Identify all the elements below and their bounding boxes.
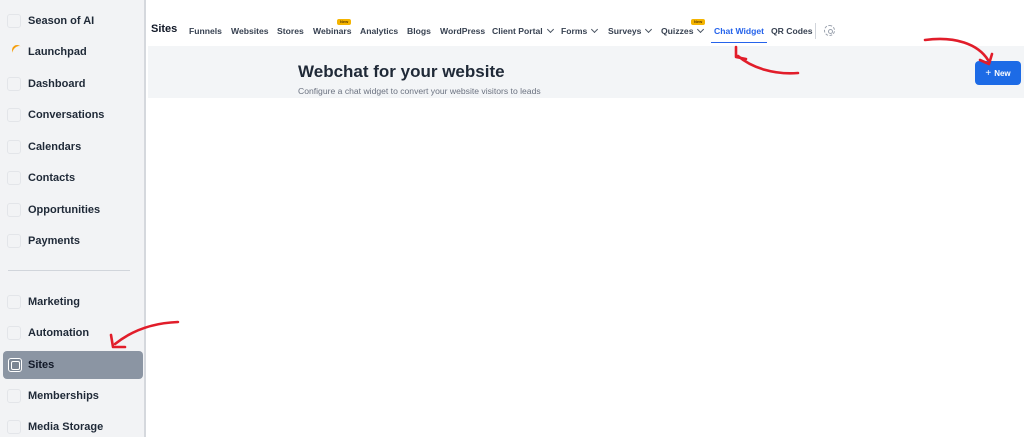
- tab-forms[interactable]: Forms: [561, 25, 599, 43]
- tab-qr-codes[interactable]: QR Codes: [771, 25, 813, 43]
- tab-funnels[interactable]: Funnels: [189, 25, 222, 43]
- sidebar-item-label: Launchpad: [28, 46, 87, 58]
- sidebar-item-contacts[interactable]: Contacts: [0, 164, 146, 192]
- page-title: Webchat for your website: [298, 62, 505, 81]
- automation-icon: [7, 326, 21, 340]
- sidebar-item-label: Sites: [28, 359, 55, 371]
- launchpad-icon: [9, 42, 25, 58]
- tab-label: Surveys: [608, 26, 642, 36]
- tab-chat-widget[interactable]: Chat Widget: [711, 25, 768, 43]
- tab-client-portal[interactable]: Client Portal: [492, 25, 554, 43]
- sidebar-item-payments[interactable]: Payments: [0, 227, 146, 255]
- sidebar: Season of AI Launchpad Dashboard Convers…: [0, 0, 146, 437]
- sidebar-item-memberships[interactable]: Memberships: [0, 382, 146, 410]
- sidebar-item-conversations[interactable]: Conversations: [0, 101, 146, 129]
- dashboard-icon: [7, 77, 21, 91]
- sidebar-item-marketing[interactable]: Marketing: [0, 288, 146, 316]
- chat-icon: [7, 108, 21, 122]
- tab-websites[interactable]: Websites: [231, 25, 269, 43]
- gear-icon[interactable]: [824, 25, 835, 36]
- sidebar-item-dashboard[interactable]: Dashboard: [0, 70, 146, 98]
- chevron-down-icon: [645, 25, 653, 34]
- new-button-label: New: [994, 68, 1011, 78]
- media-icon: [7, 420, 21, 434]
- sidebar-item-label: Dashboard: [28, 78, 86, 90]
- sidebar-item-label: Media Storage: [28, 421, 104, 433]
- sidebar-item-media-storage[interactable]: Media Storage: [0, 413, 146, 437]
- sidebar-item-calendars[interactable]: Calendars: [0, 133, 146, 161]
- new-badge: New: [337, 19, 352, 25]
- page-header: Webchat for your website Configure a cha…: [148, 46, 1024, 98]
- sidebar-item-sites[interactable]: Sites: [3, 351, 143, 379]
- calendar-icon: [7, 140, 21, 154]
- tab-analytics[interactable]: Analytics: [360, 25, 398, 43]
- sidebar-item-label: Payments: [28, 235, 80, 247]
- tab-label: Forms: [561, 26, 588, 36]
- tab-label: Webinars: [313, 26, 352, 36]
- sidebar-item-season-of-ai[interactable]: Season of AI: [0, 7, 146, 35]
- tab-stores[interactable]: Stores: [277, 25, 304, 43]
- payments-icon: [7, 234, 21, 248]
- section-title: Sites: [151, 23, 178, 35]
- tab-label: Client Portal: [492, 26, 543, 36]
- chevron-down-icon: [697, 25, 705, 34]
- tab-quizzes[interactable]: Quizzes New: [661, 19, 706, 43]
- sidebar-divider: [8, 270, 130, 271]
- sidebar-item-label: Automation: [28, 327, 90, 339]
- sidebar-item-label: Memberships: [28, 390, 99, 402]
- sidebar-item-launchpad[interactable]: Launchpad: [0, 38, 146, 66]
- sites-icon: [8, 358, 22, 372]
- sidebar-item-label: Opportunities: [28, 204, 101, 216]
- tab-surveys[interactable]: Surveys: [608, 25, 653, 43]
- top-nav: Sites Funnels Websites Stores Webinars N…: [148, 16, 1024, 46]
- sidebar-item-label: Contacts: [28, 172, 76, 184]
- memberships-icon: [7, 389, 21, 403]
- marketing-icon: [7, 295, 21, 309]
- new-button[interactable]: + New: [975, 61, 1021, 85]
- sidebar-item-automation[interactable]: Automation: [0, 319, 146, 347]
- tab-divider: [815, 23, 816, 39]
- page-subtitle: Configure a chat widget to convert your …: [298, 86, 541, 96]
- sidebar-item-opportunities[interactable]: Opportunities: [0, 196, 146, 224]
- tab-webinars[interactable]: Webinars New: [313, 19, 352, 43]
- contacts-icon: [7, 171, 21, 185]
- chevron-down-icon: [591, 25, 599, 34]
- sidebar-item-label: Calendars: [28, 141, 82, 153]
- sidebar-item-label: Marketing: [28, 296, 80, 308]
- new-badge: New: [691, 19, 706, 25]
- sidebar-item-label: Season of AI: [28, 15, 95, 27]
- opportunities-icon: [7, 203, 21, 217]
- tab-blogs[interactable]: Blogs: [407, 25, 431, 43]
- sparkle-icon: [7, 14, 21, 28]
- chevron-down-icon: [546, 25, 554, 34]
- tab-label: Quizzes: [661, 26, 694, 36]
- sidebar-item-label: Conversations: [28, 109, 105, 121]
- tab-wordpress[interactable]: WordPress: [440, 25, 485, 43]
- plus-icon: +: [985, 67, 992, 79]
